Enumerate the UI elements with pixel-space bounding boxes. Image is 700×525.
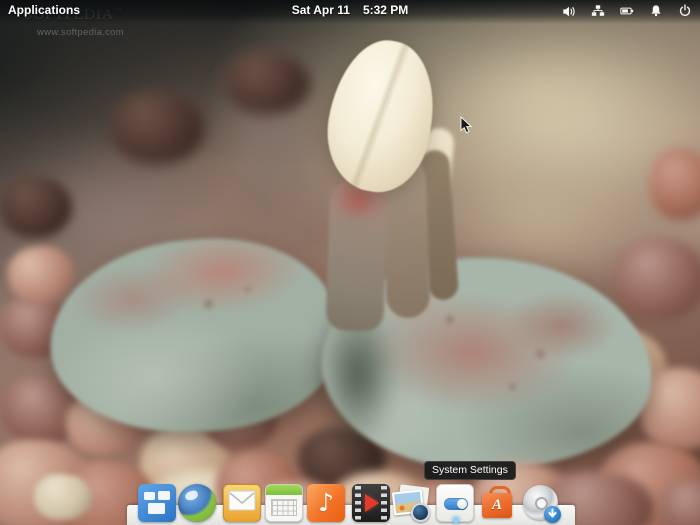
window-shape <box>144 492 155 500</box>
panel-indicators <box>562 0 692 22</box>
dock-item-music[interactable]: ♪ <box>307 484 345 522</box>
filmstrip-sprockets <box>381 486 387 520</box>
web-browser-icon <box>178 484 216 522</box>
play-icon <box>365 494 379 512</box>
envelope-shape <box>228 490 256 511</box>
toggle-knob <box>457 499 467 509</box>
mouse-cursor <box>460 116 473 140</box>
down-arrow-icon <box>544 506 561 523</box>
dock-item-videos[interactable] <box>352 484 390 522</box>
videos-icon <box>352 484 390 522</box>
dock-item-multitasking-view[interactable] <box>138 484 176 522</box>
window-shape <box>158 491 170 500</box>
download-arrow-badge <box>544 506 561 523</box>
top-panel: Applications Sat Apr 11 5:32 PM <box>0 0 700 24</box>
software-letter-glyph: A <box>492 497 502 514</box>
panel-date: Sat Apr 11 <box>292 3 350 17</box>
dock-item-calendar[interactable] <box>265 484 303 522</box>
dock-item-install[interactable] <box>522 484 560 522</box>
network-icon[interactable] <box>591 4 605 18</box>
dock-item-software-center[interactable]: A <box>478 484 516 522</box>
multitasking-tile <box>138 484 176 522</box>
watermark-url: www.softpedia.com <box>37 27 124 38</box>
volume-icon[interactable] <box>562 4 576 18</box>
panel-time: 5:32 PM <box>363 3 408 17</box>
battery-icon[interactable] <box>620 4 634 18</box>
applications-menu-button[interactable]: Applications <box>8 3 80 17</box>
bag-body-shape: A <box>482 493 512 518</box>
dock-item-photos[interactable] <box>392 484 430 522</box>
magnifier-icon <box>411 503 430 522</box>
notifications-icon[interactable] <box>649 4 663 18</box>
window-shape <box>148 503 165 514</box>
calendar-icon <box>265 484 303 522</box>
music-icon: ♪ <box>307 484 345 522</box>
calendar-grid <box>271 499 297 516</box>
music-note-glyph: ♪ <box>318 484 334 522</box>
power-icon[interactable] <box>678 4 692 18</box>
dock-item-mail[interactable] <box>223 484 261 522</box>
running-indicator-dot <box>453 517 459 523</box>
datetime-indicator[interactable]: Sat Apr 11 5:32 PM <box>292 3 409 17</box>
toggle-switch-shape <box>444 498 468 510</box>
mail-icon <box>223 484 261 522</box>
dock-item-web-browser[interactable] <box>178 484 216 522</box>
desktop-screen: SOFTPEDIA™ www.softpedia.com Application… <box>0 0 700 525</box>
dock-items: ♪ A <box>0 0 700 525</box>
dock-tooltip: System Settings <box>424 461 516 480</box>
calendar-header <box>266 485 302 495</box>
filmstrip-sprockets <box>355 486 361 520</box>
